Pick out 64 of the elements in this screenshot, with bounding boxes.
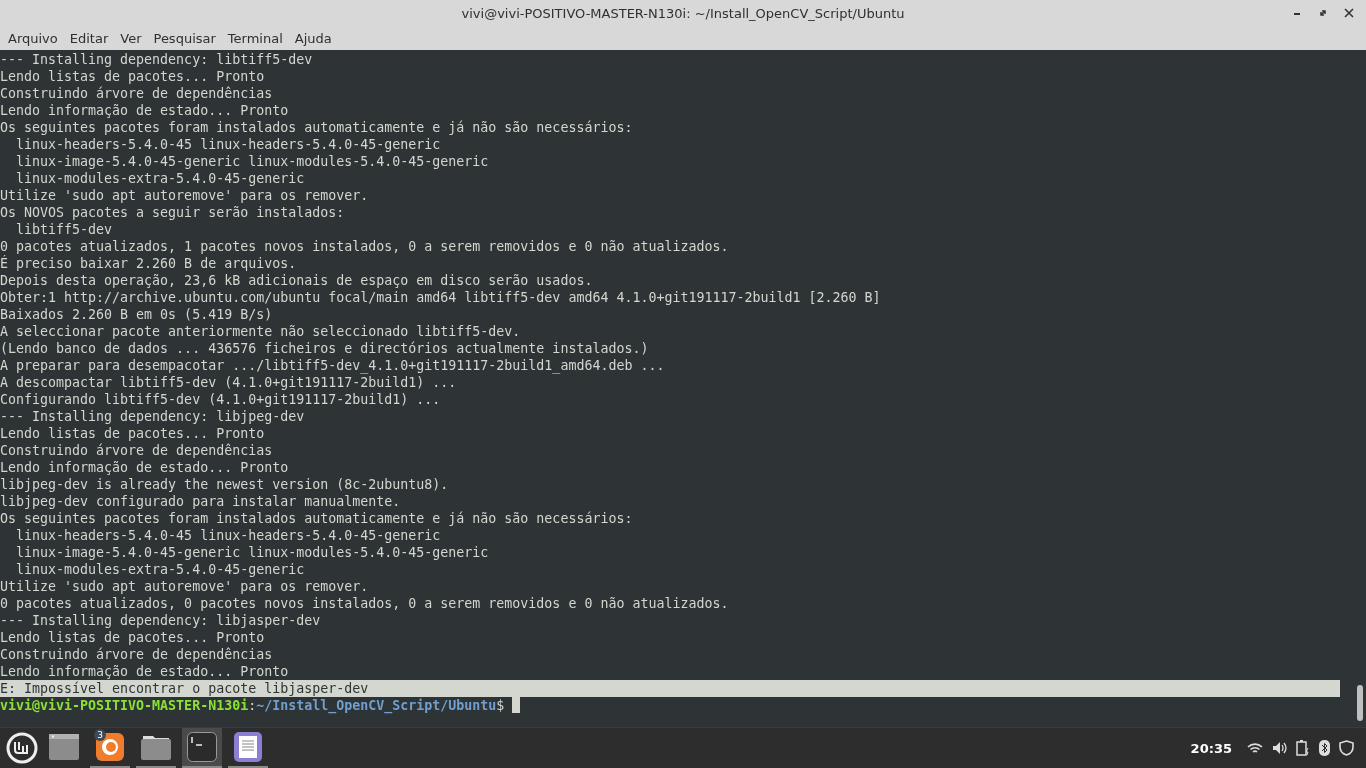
output-line: linux-modules-extra-5.4.0-45-generic [15, 170, 306, 187]
window-title: vivi@vivi-POSITIVO-MASTER-N130i: ~/Install_OpenCV_Script/Ubuntu [461, 5, 905, 21]
output-line: Lendo informação de estado... Pronto [0, 102, 290, 119]
output-line: Lendo listas de pacotes... Pronto [0, 425, 266, 442]
output-line: Os seguintes pacotes foram instalados automaticamente e já não são necessários: [0, 119, 634, 136]
output-line: Depois desta operação, 23,6 kB adicionais de espaço em disco serão usados. [0, 272, 594, 289]
output-line: linux-image-5.4.0-45-generic linux-modules-5.4.0-45-generic [15, 153, 490, 170]
output-line: A seleccionar pacote anteriormente não seleccionado libtiff5-dev. [0, 323, 522, 340]
menu-logo-icon[interactable] [6, 732, 38, 764]
terminal-icon [187, 731, 217, 762]
output-line: Configurando libtiff5-dev (4.1.0+git191117-2build1) ... [0, 391, 442, 408]
output-line: linux-image-5.4.0-45-generic linux-modules-5.4.0-45-generic [15, 544, 490, 561]
output-line: A preparar para desempacotar .../libtiff5-dev_4.1.0+git191117-2build1_amd64.deb ... [0, 357, 666, 374]
output-line: Lendo listas de pacotes... Pronto [0, 68, 266, 85]
clock[interactable]: 20:35 [1190, 740, 1232, 756]
output-line: (Lendo banco de dados ... 436576 ficheiros e directórios actualmente instalados.) [0, 340, 650, 357]
output-line: Utilize 'sudo apt autoremove' para os remover. [0, 578, 370, 595]
window-icon [49, 733, 79, 760]
output-line: É preciso baixar 2.260 B de arquivos. [0, 255, 298, 272]
output-line: Obter:1 http://archive.ubuntu.com/ubuntu focal/main amd64 libtiff5-dev amd64 4.1.0+git191117-2build1 [2.260 B] [0, 289, 882, 306]
output-line: Lendo informação de estado... Pronto [0, 663, 290, 680]
menu-item[interactable]: Terminal [221, 30, 289, 46]
scrollbar-thumb[interactable] [1357, 685, 1363, 721]
prompt-user-host: vivi@vivi-POSITIVO-MASTER-N130i [0, 698, 249, 713]
prompt-path: ~/Install_OpenCV_Script/Ubuntu [256, 698, 497, 713]
output-line: linux-headers-5.4.0-45 linux-headers-5.4.0-45-generic [15, 136, 442, 153]
output-line: Lendo listas de pacotes... Pronto [0, 629, 266, 646]
output-line: 0 pacotes atualizados, 1 pacotes novos instalados, 0 a serem removidos e 0 não atualizados. [0, 238, 730, 255]
output-line: Os seguintes pacotes foram instalados automaticamente e já não são necessários: [0, 510, 634, 527]
output-line: linux-modules-extra-5.4.0-45-generic [15, 561, 306, 578]
output-line: Construindo árvore de dependências [0, 85, 274, 102]
text-editor-icon [234, 731, 262, 762]
text-cursor [512, 697, 521, 713]
output-line: --- Installing dependency: libjasper-dev [0, 612, 322, 629]
output-line: Lendo informação de estado... Pronto [0, 459, 290, 476]
menu-item[interactable]: Editar [63, 30, 115, 46]
taskbar-app[interactable]: 3 [90, 727, 130, 768]
output-line: A descompactar libtiff5-dev (4.1.0+git191117-2build1) ... [0, 374, 458, 391]
prompt-symbol: $ [496, 698, 505, 713]
output-line: Construindo árvore de dependências [0, 442, 274, 459]
output-line: Construindo árvore de dependências [0, 646, 274, 663]
output-line: 0 pacotes atualizados, 0 pacotes novos instalados, 0 a serem removidos e 0 não atualizados. [0, 595, 730, 612]
menu-item[interactable]: Pesquisar [147, 30, 222, 46]
prompt-separator: : [248, 698, 257, 713]
output-line: --- Installing dependency: libjpeg-dev [0, 408, 306, 425]
firefox-icon [96, 732, 124, 761]
output-line: --- Installing dependency: libtiff5-dev [0, 51, 314, 68]
output-line: libtiff5-dev [15, 221, 114, 238]
output-line: Baixados 2.260 B em 0s (5.419 B/s) [0, 306, 274, 323]
wifi-icon[interactable] [1247, 741, 1263, 755]
output-line: Os NOVOS pacotes a seguir serão instalados: [0, 204, 346, 221]
output-line: libjpeg-dev configurado para instalar manualmente. [0, 493, 402, 510]
shield-icon[interactable] [1339, 740, 1354, 756]
menu-item[interactable]: Arquivo [2, 30, 64, 46]
menu-item[interactable]: Ver [114, 30, 148, 46]
output-line: linux-headers-5.4.0-45 linux-headers-5.4.0-45-generic [15, 527, 442, 544]
volume-icon[interactable] [1272, 741, 1287, 755]
folder-icon [141, 733, 171, 760]
output-line: Utilize 'sudo apt autoremove' para os remover. [0, 187, 370, 204]
notification-badge: 3 [94, 728, 106, 741]
battery-icon[interactable] [1296, 740, 1310, 756]
output-line: libjpeg-dev is already the newest version (8c-2ubuntu8). [0, 476, 450, 493]
menu-item[interactable]: Ajuda [288, 30, 338, 46]
bluetooth-icon[interactable] [1319, 740, 1330, 756]
